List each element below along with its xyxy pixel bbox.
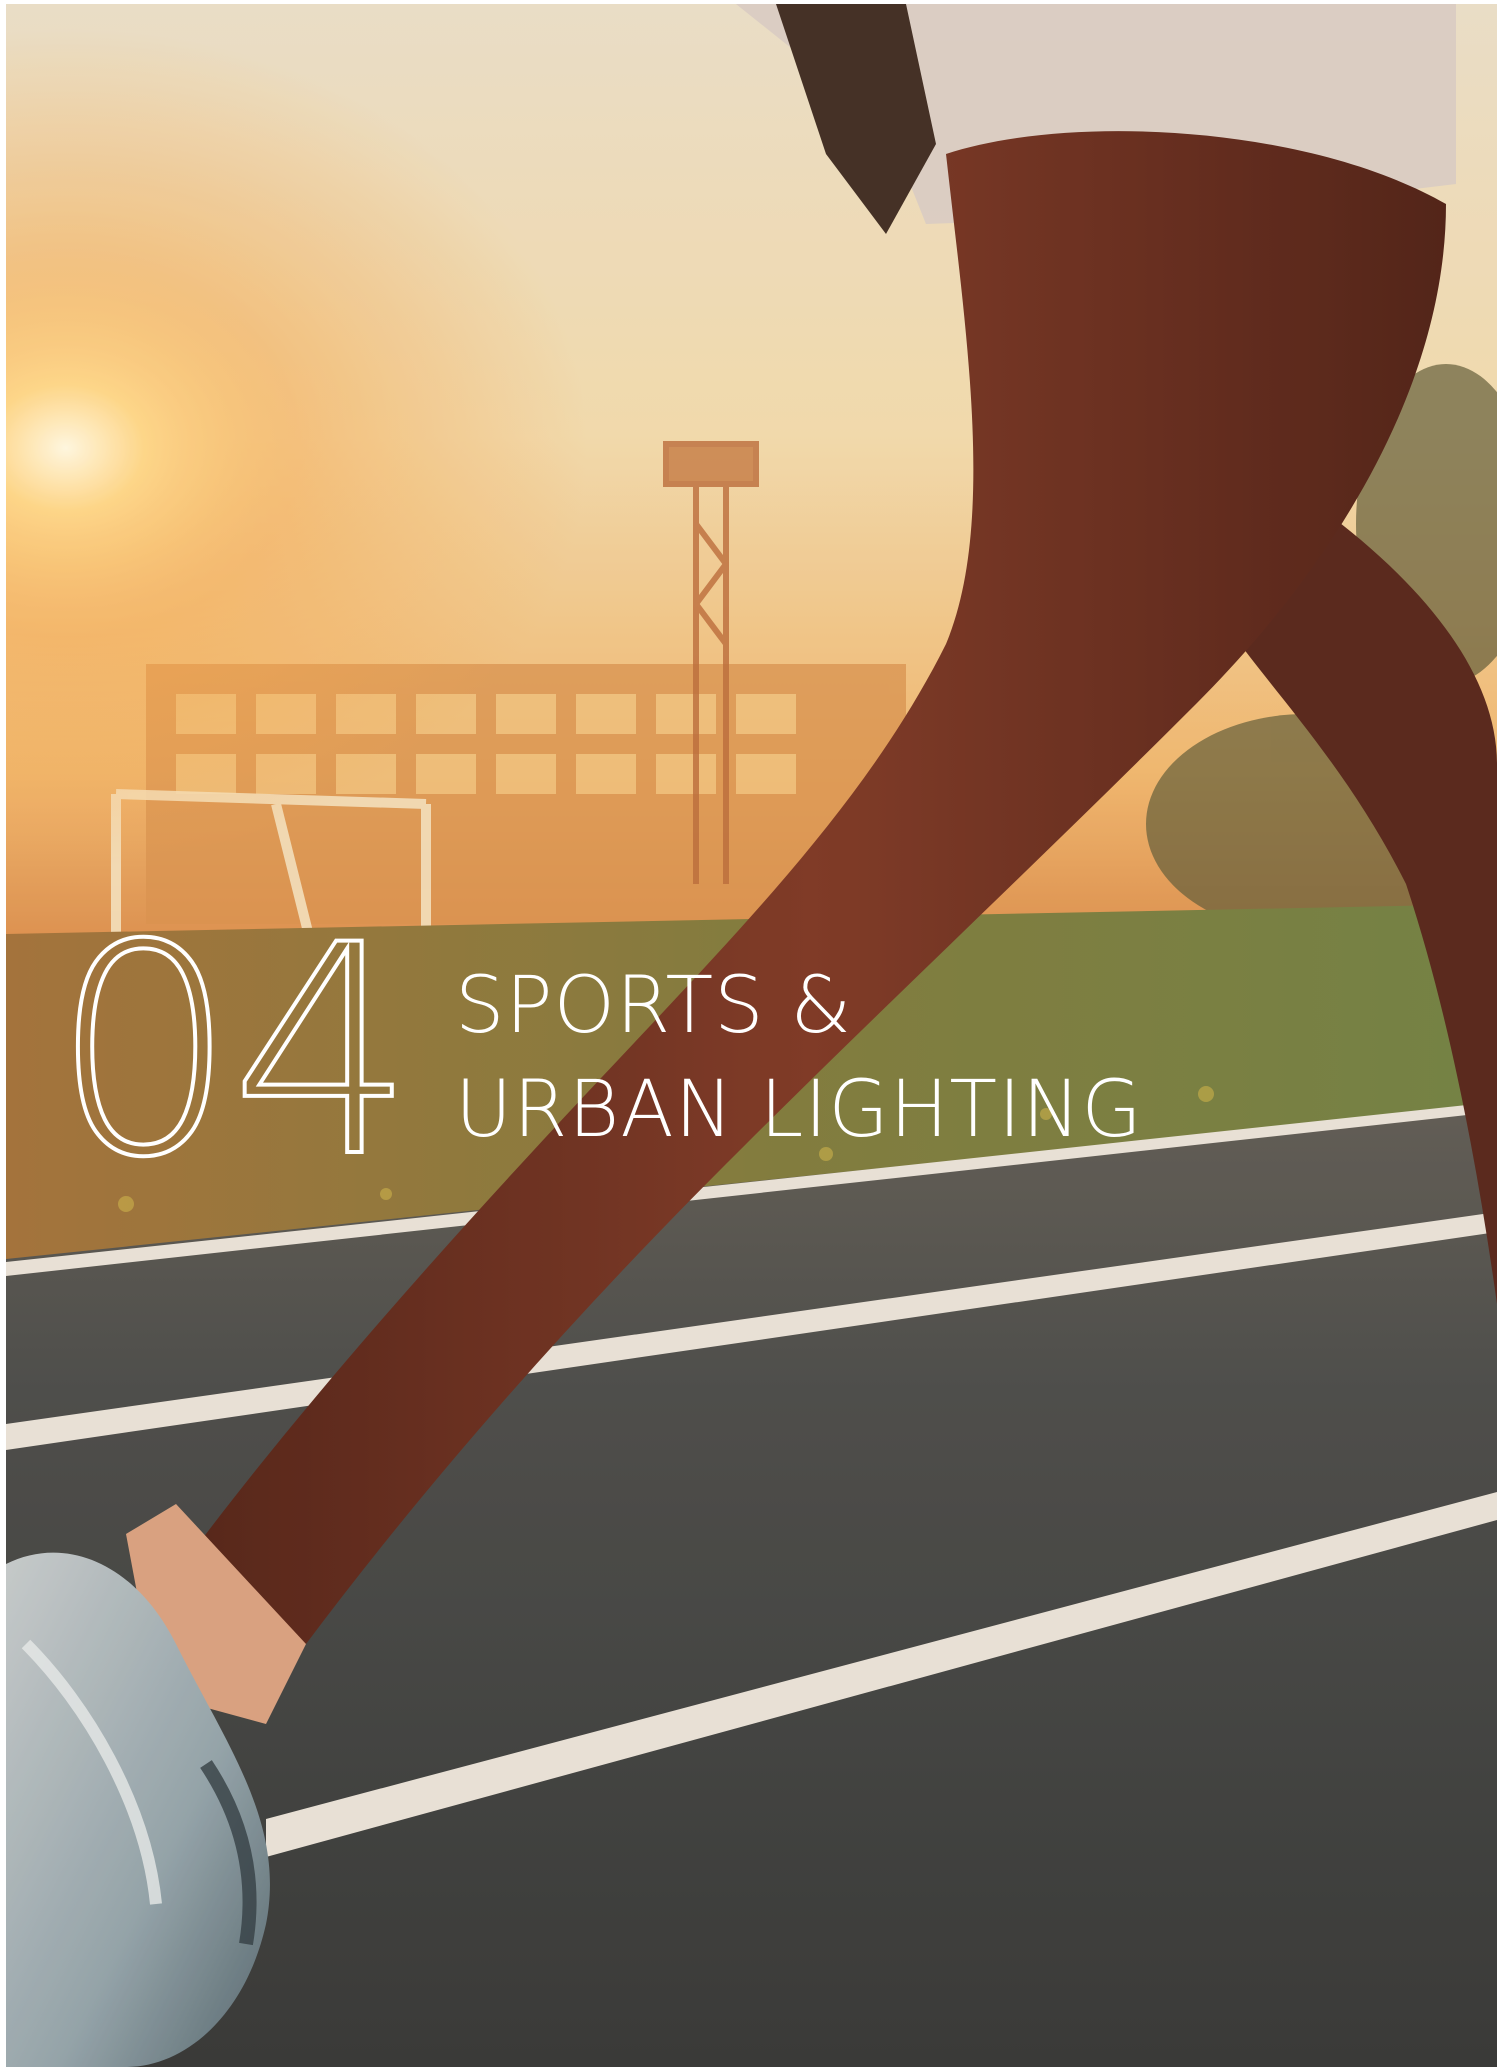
- section-number: 04: [50, 884, 417, 1221]
- section-title-line-1: SPORTS &: [455, 961, 853, 1051]
- section-heading: 04 SPORTS & URBAN LIGHTING: [50, 906, 1143, 1200]
- section-title: SPORTS & URBAN LIGHTING: [455, 954, 1143, 1162]
- section-title-line-2: URBAN LIGHTING: [455, 1065, 1143, 1155]
- chapter-cover-page: 04 SPORTS & URBAN LIGHTING: [6, 4, 1497, 2067]
